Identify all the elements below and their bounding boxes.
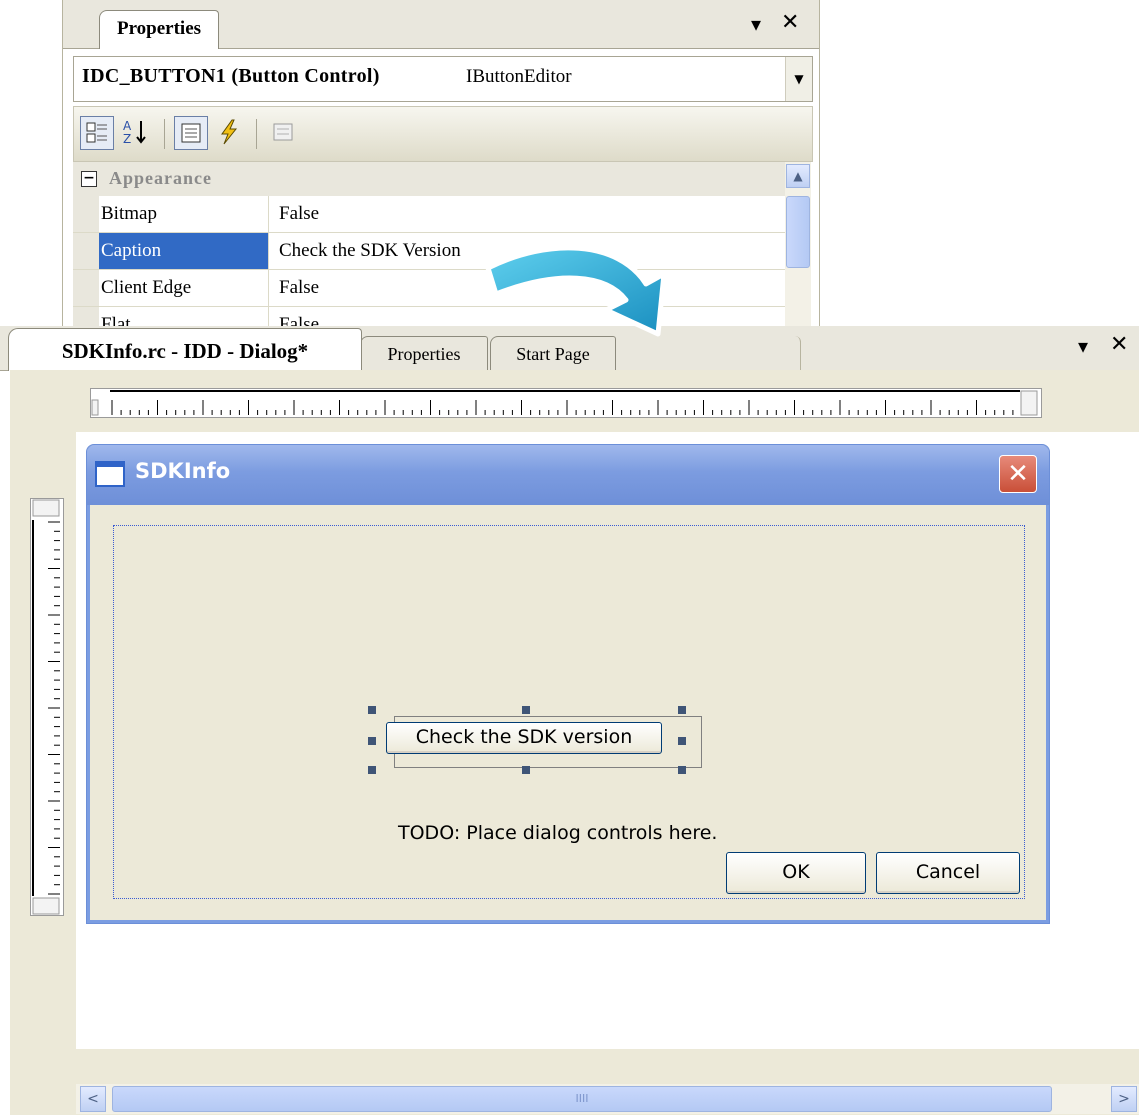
- collapse-icon[interactable]: −: [81, 171, 97, 187]
- tab-strip-filler: [614, 336, 801, 370]
- sdkinfo-dialog: SDKInfo ✕ Check the SDK version TODO: Pl…: [86, 444, 1050, 924]
- property-name: Caption: [99, 233, 269, 269]
- property-value[interactable]: Check the SDK Version: [279, 233, 461, 269]
- curved-arrow-icon: [485, 245, 667, 337]
- close-icon[interactable]: ✕: [781, 10, 799, 35]
- chevron-down-icon[interactable]: ▼: [785, 57, 812, 101]
- horizontal-ruler: [90, 388, 1042, 418]
- property-name: Client Edge: [99, 270, 269, 306]
- properties-tabstrip: Properties ▾ ✕: [63, 0, 819, 49]
- resize-handle[interactable]: [522, 766, 530, 774]
- resize-handle[interactable]: [368, 737, 376, 745]
- properties-panel: Properties ▾ ✕ IDC_BUTTON1 (Button Contr…: [62, 0, 820, 344]
- close-icon[interactable]: ✕: [999, 455, 1037, 493]
- property-pages-icon[interactable]: [266, 116, 300, 150]
- properties-icon[interactable]: [174, 116, 208, 150]
- category-label: Appearance: [109, 168, 212, 188]
- scroll-thumb[interactable]: IIII: [112, 1086, 1052, 1112]
- property-value[interactable]: False: [279, 196, 319, 232]
- check-sdk-version-button[interactable]: Check the SDK version: [386, 722, 662, 754]
- cancel-button[interactable]: Cancel: [876, 852, 1020, 894]
- resize-handle[interactable]: [678, 706, 686, 714]
- dialog-body: Check the SDK version TODO: Place dialog…: [91, 505, 1045, 919]
- pin-icon[interactable]: ▾: [751, 12, 761, 36]
- events-icon[interactable]: [212, 116, 246, 150]
- dialog-margin-guide: Check the SDK version TODO: Place dialog…: [113, 525, 1025, 899]
- vertical-ruler: [30, 498, 64, 916]
- property-value[interactable]: False: [279, 270, 319, 306]
- dialog-editor-window: Start Page Properties SDKInfo.rc - IDD -…: [0, 326, 1139, 1115]
- property-grid-scrollbar[interactable]: ▲: [785, 162, 811, 340]
- tab-start-page[interactable]: Start Page: [490, 336, 616, 371]
- todo-label: TODO: Place dialog controls here.: [398, 822, 718, 844]
- scroll-left-icon[interactable]: <: [80, 1086, 106, 1112]
- property-row-bitmap[interactable]: Bitmap False: [73, 196, 785, 233]
- resize-handle[interactable]: [678, 766, 686, 774]
- dialog-title: SDKInfo: [135, 459, 231, 483]
- scroll-thumb[interactable]: [786, 196, 810, 268]
- pin-icon[interactable]: ▾: [1078, 334, 1088, 358]
- resize-handle[interactable]: [368, 766, 376, 774]
- object-name: IDC_BUTTON1 (Button Control): [82, 65, 380, 87]
- ok-button[interactable]: OK: [726, 852, 866, 894]
- svg-text:A: A: [123, 119, 132, 133]
- close-icon[interactable]: ✕: [1110, 332, 1128, 357]
- dialog-titlebar[interactable]: SDKInfo ✕: [87, 445, 1049, 505]
- categorized-icon[interactable]: [80, 116, 114, 150]
- object-selector[interactable]: IDC_BUTTON1 (Button Control) IButtonEdit…: [73, 56, 813, 102]
- horizontal-scrollbar[interactable]: < IIII >: [76, 1084, 1139, 1114]
- scroll-up-icon[interactable]: ▲: [786, 164, 810, 188]
- window-icon: [95, 461, 125, 487]
- scroll-right-icon[interactable]: >: [1111, 1086, 1137, 1112]
- category-appearance[interactable]: − Appearance: [73, 162, 785, 196]
- tab-properties[interactable]: Properties: [360, 336, 488, 371]
- alphabetical-icon[interactable]: AZ: [118, 116, 152, 150]
- tab-sdkinfo-dialog[interactable]: SDKInfo.rc - IDD - Dialog*: [8, 328, 362, 371]
- object-type: IButtonEditor: [466, 66, 572, 87]
- properties-toolbar: AZ: [73, 106, 813, 162]
- resize-handle[interactable]: [522, 706, 530, 714]
- property-name: Bitmap: [99, 196, 269, 232]
- resize-handle[interactable]: [678, 737, 686, 745]
- resize-handle[interactable]: [368, 706, 376, 714]
- svg-text:Z: Z: [123, 132, 131, 146]
- tab-properties[interactable]: Properties: [99, 10, 219, 49]
